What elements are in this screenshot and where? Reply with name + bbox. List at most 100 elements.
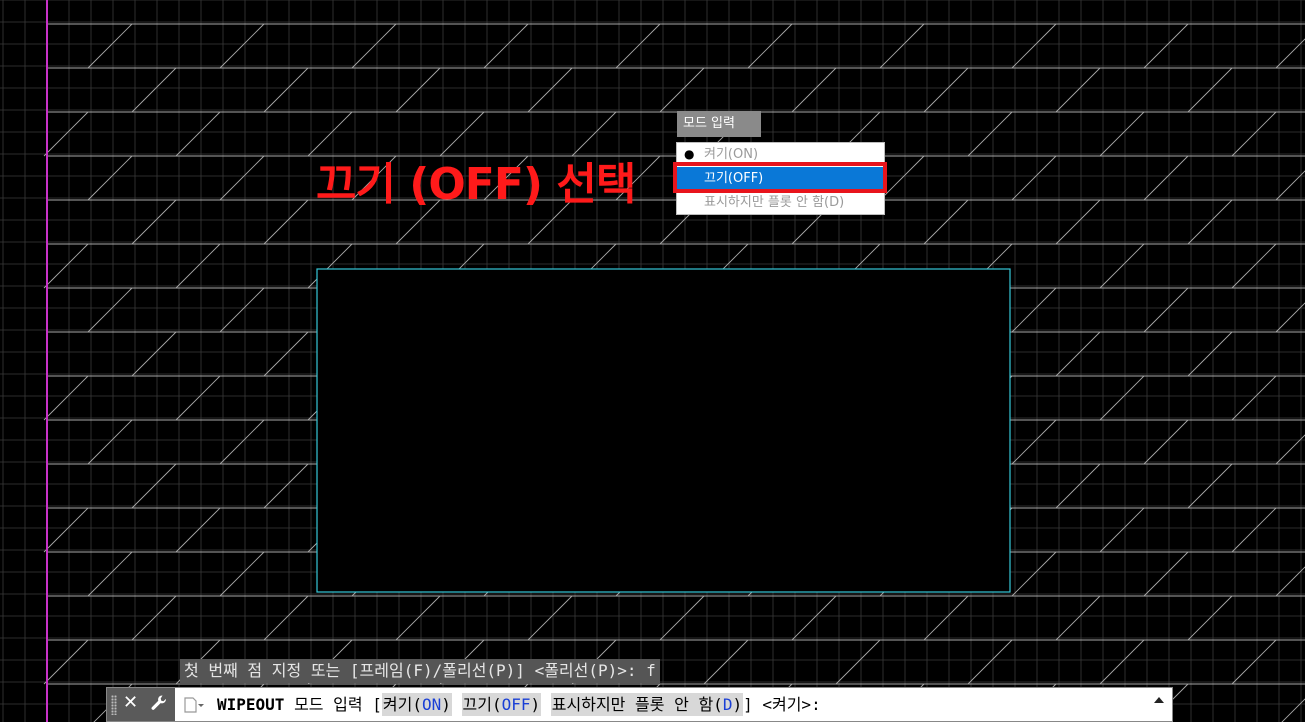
- hatch-line: [835, 639, 881, 685]
- hatch-line: [175, 243, 221, 289]
- hatch-line: [43, 639, 89, 685]
- hatch-line: [1143, 419, 1189, 465]
- hatch-line: [1055, 331, 1101, 377]
- annotation-label: 끄기 (OFF) 선택: [316, 159, 636, 210]
- hatch-line: [263, 67, 309, 113]
- hatch-line: [43, 375, 89, 421]
- hatch-line: [175, 375, 221, 421]
- hatch-line: [483, 23, 529, 69]
- hatch-line: [1099, 507, 1145, 553]
- menu-item-label: 표시하지만 플롯 안 함(D): [704, 195, 845, 210]
- hatch-line: [1143, 287, 1189, 333]
- hatch-line: [219, 419, 265, 465]
- hatch-line: [1143, 551, 1189, 597]
- hatch-line: [1011, 23, 1057, 69]
- hatch-line: [43, 243, 89, 289]
- hatch-line: [87, 551, 133, 597]
- hatch-line: [219, 23, 265, 69]
- hatch-line: [43, 111, 89, 157]
- drawing-area[interactable]: [0, 0, 1305, 722]
- hatch-line: [1143, 155, 1189, 201]
- hatch-line: [967, 639, 1013, 685]
- hatch-line: [1187, 463, 1233, 509]
- command-name: WIPEOUT: [217, 695, 285, 714]
- hatch-line: [219, 551, 265, 597]
- command-prompt: 모드 입력 [: [284, 695, 382, 714]
- hatch-line: [1011, 419, 1057, 465]
- hatch-line: [967, 111, 1013, 157]
- hatch-line: [263, 463, 309, 509]
- hatch-line: [1099, 639, 1145, 685]
- command-suffix: ] <켜기>:: [743, 695, 821, 714]
- drawing-canvas[interactable]: [0, 0, 1305, 722]
- wrench-icon[interactable]: [149, 693, 169, 713]
- hatch-line: [527, 595, 573, 641]
- hatch-line: [175, 111, 221, 157]
- hatch-line: [747, 23, 793, 69]
- hatch-line: [923, 199, 969, 245]
- highlight-box: [673, 162, 887, 193]
- hatch-line: [1187, 595, 1233, 641]
- hatch-line: [1231, 111, 1277, 157]
- hatch-line: [1231, 375, 1277, 421]
- hatch-line: [791, 67, 837, 113]
- hatch-line: [1011, 155, 1057, 201]
- command-line-grip[interactable]: ✕: [107, 688, 175, 721]
- hatch-line: [87, 419, 133, 465]
- hatch-line: [1011, 287, 1057, 333]
- wipeout-frame: [316, 268, 1011, 593]
- hatch-line: [703, 639, 749, 685]
- hatch-line: [351, 23, 397, 69]
- hatch-line: [219, 155, 265, 201]
- hatch-line: [263, 199, 309, 245]
- hatch-line: [87, 23, 133, 69]
- hatch-line: [1099, 111, 1145, 157]
- hatch-line: [659, 595, 705, 641]
- chevron-up-icon[interactable]: [1154, 697, 1164, 703]
- hatch-line: [1231, 243, 1277, 289]
- menu-item-label: 켜기(ON): [704, 147, 759, 162]
- hatch-line: [131, 331, 177, 377]
- hatch-line: [395, 67, 441, 113]
- hatch-line: [1055, 67, 1101, 113]
- option-on[interactable]: 켜기(ON): [381, 693, 452, 716]
- hatch-line: [131, 463, 177, 509]
- menu-item-display-no-plot[interactable]: 표시하지만 플롯 안 함(D): [677, 191, 884, 214]
- hatch-line: [1187, 331, 1233, 377]
- hatch-line: [615, 23, 661, 69]
- hatch-line: [659, 67, 705, 113]
- hatch-line: [131, 67, 177, 113]
- hatch-line: [923, 67, 969, 113]
- hatch-line: [1099, 375, 1145, 421]
- command-input[interactable]: WIPEOUT 모드 입력 [켜기(ON) 끄기(OFF) 표시하지만 플롯 안…: [217, 688, 821, 721]
- hatch-line: [791, 595, 837, 641]
- hatch-line: [87, 155, 133, 201]
- hatch-line: [263, 595, 309, 641]
- hatch-line: [263, 331, 309, 377]
- option-off[interactable]: 끄기(OFF): [461, 693, 542, 716]
- hatch-line: [1055, 199, 1101, 245]
- close-icon[interactable]: ✕: [123, 692, 138, 713]
- command-line[interactable]: ✕ WIPEOUT 모드 입력 [켜기(ON) 끄기(OFF) 표시하지만 플롯…: [106, 687, 1173, 722]
- hatch-line: [131, 199, 177, 245]
- option-display-no-plot[interactable]: 표시하지만 플롯 안 함(D): [550, 693, 744, 716]
- hatch-line: [1231, 639, 1277, 685]
- hatch-line: [1187, 67, 1233, 113]
- hatch-line: [1143, 23, 1189, 69]
- hatch-line: [1055, 463, 1101, 509]
- hatch-line: [1055, 595, 1101, 641]
- command-history-line: 첫 번째 점 지정 또는 [프레임(F)/폴리선(P)] <폴리선(P)>: f: [180, 659, 660, 683]
- hatch-line: [43, 507, 89, 553]
- hatch-line: [219, 287, 265, 333]
- hatch-line: [175, 507, 221, 553]
- hatch-line: [395, 595, 441, 641]
- hatch-line: [1187, 199, 1233, 245]
- recent-commands-icon[interactable]: [183, 696, 205, 714]
- hatch-line: [923, 595, 969, 641]
- hatch-line: [87, 287, 133, 333]
- hatch-line: [527, 67, 573, 113]
- hatch-line: [879, 23, 925, 69]
- grip-handle-icon[interactable]: [111, 695, 117, 715]
- hatch-line: [1011, 551, 1057, 597]
- hatch-line: [1099, 243, 1145, 289]
